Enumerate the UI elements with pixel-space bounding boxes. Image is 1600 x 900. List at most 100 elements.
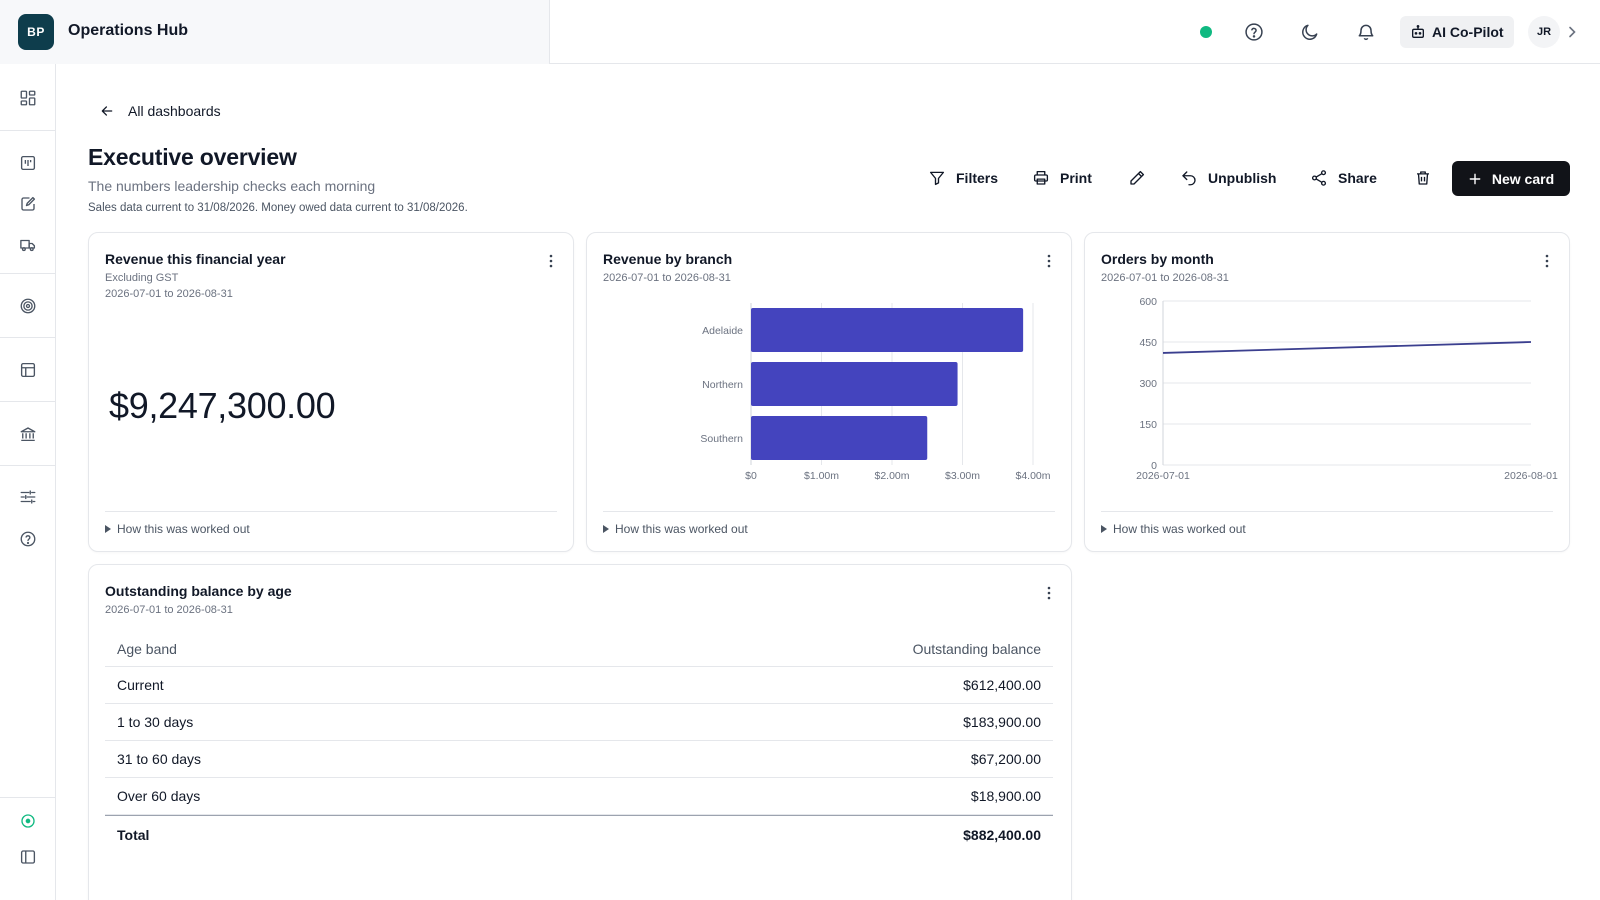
filters-button[interactable]: Filters	[928, 166, 998, 190]
top-bar: BP Operations Hub AI Co-Pilot JR	[0, 0, 1600, 64]
outstanding-balance-card: Outstanding balance by age 2026-07-01 to…	[88, 564, 1072, 900]
worked-out-toggle[interactable]: How this was worked out	[603, 511, 1055, 536]
series-line	[1162, 341, 1532, 354]
y-tick-label: Northern	[702, 379, 743, 391]
brand-area: BP Operations Hub	[0, 0, 550, 64]
more-vertical-icon[interactable]	[543, 251, 559, 271]
app-logo[interactable]: BP	[18, 14, 54, 50]
worked-out-label: How this was worked out	[117, 522, 250, 536]
y-tick-label: 450	[1139, 337, 1157, 349]
board-icon[interactable]	[16, 151, 40, 175]
worked-out-toggle[interactable]: How this was worked out	[105, 511, 557, 536]
revenue-fy-card: Revenue this financial year Excluding GS…	[88, 232, 574, 552]
age-band-cell: 31 to 60 days	[117, 751, 202, 767]
app-title: Operations Hub	[68, 22, 189, 39]
status-indicator	[1200, 26, 1212, 38]
worked-out-label: How this was worked out	[1113, 522, 1246, 536]
balance-table: Age band Outstanding balance Current $61…	[105, 631, 1053, 853]
user-avatar[interactable]: JR	[1528, 16, 1560, 48]
x-tick-label: $2.00m	[874, 470, 909, 482]
share-label: Share	[1338, 170, 1377, 186]
balance-cell: $67,200.00	[970, 751, 1041, 767]
table-icon[interactable]	[16, 358, 40, 382]
target-icon[interactable]	[16, 294, 40, 318]
print-button[interactable]: Print	[1032, 166, 1092, 190]
delete-button[interactable]	[1414, 166, 1432, 190]
y-tick-label: Southern	[700, 433, 743, 445]
card-title: Outstanding balance by age	[105, 583, 292, 599]
status-circle-icon[interactable]	[16, 809, 40, 833]
x-tick-label: 2026-07-01	[1136, 470, 1190, 482]
y-tick-label: 300	[1139, 378, 1157, 390]
chevron-right-icon[interactable]	[1564, 22, 1580, 42]
trash-icon	[1414, 169, 1432, 187]
plus-icon	[1468, 172, 1482, 186]
column-header: Outstanding balance	[912, 640, 1041, 657]
x-tick-label: 2026-08-01	[1504, 470, 1558, 482]
y-tick-label: Adelaide	[702, 325, 743, 337]
orders-month-chart: 01503004506002026-07-01 2026-08-01	[1136, 296, 1558, 482]
truck-icon[interactable]	[16, 233, 40, 257]
new-card-button[interactable]: New card	[1452, 161, 1570, 196]
x-tick-label: $0	[745, 470, 757, 482]
revenue-branch-chart: $0 $1.00m $2.00m $3.00m $4.00m Adelaide Northe…	[700, 303, 1051, 482]
card-title: Revenue this financial year	[105, 251, 286, 267]
y-tick-label: 600	[1139, 296, 1157, 308]
y-tick-label: 150	[1139, 419, 1157, 431]
sliders-icon[interactable]	[16, 485, 40, 509]
panel-toggle-icon[interactable]	[16, 845, 40, 869]
table-row: 1 to 30 days $183,900.00	[105, 704, 1053, 741]
edit-button[interactable]	[1128, 166, 1146, 190]
card-date-range: 2026-07-01 to 2026-08-31	[105, 288, 233, 300]
worked-out-label: How this was worked out	[615, 522, 748, 536]
arrow-left-icon	[100, 104, 114, 118]
age-band-cell: Current	[117, 677, 164, 693]
page-subtitle: The numbers leadership checks each morni…	[88, 178, 376, 194]
back-to-dashboards-link[interactable]: All dashboards	[100, 103, 221, 119]
back-link-label: All dashboards	[128, 103, 221, 119]
ai-copilot-label: AI Co-Pilot	[1432, 24, 1504, 40]
table-row: Current $612,400.00	[105, 667, 1053, 704]
orders-month-card: Orders by month 2026-07-01 to 2026-08-31…	[1084, 232, 1570, 552]
total-value: $882,400.00	[963, 826, 1041, 843]
age-band-cell: Over 60 days	[117, 788, 201, 804]
balance-cell: $18,900.00	[970, 788, 1041, 804]
bar	[751, 362, 958, 406]
edit-document-icon[interactable]	[16, 192, 40, 216]
share-button[interactable]: Share	[1310, 166, 1377, 190]
undo-icon	[1180, 169, 1198, 187]
bar	[751, 308, 1024, 352]
share-icon	[1310, 169, 1328, 187]
worked-out-toggle[interactable]: How this was worked out	[1101, 511, 1553, 536]
revenue-branch-card: Revenue by branch 2026-07-01 to 2026-08-…	[586, 232, 1072, 552]
pencil-icon	[1128, 169, 1146, 187]
x-tick-label: $4.00m	[1015, 470, 1050, 482]
help-icon[interactable]	[1240, 18, 1268, 46]
printer-icon	[1032, 169, 1050, 187]
caret-right-icon	[105, 525, 111, 533]
total-label: Total	[117, 826, 150, 843]
data-currency-note: Sales data current to 31/08/2026. Money …	[88, 202, 468, 214]
ai-copilot-button[interactable]: AI Co-Pilot	[1400, 16, 1514, 48]
help-circle-icon[interactable]	[16, 527, 40, 551]
table-row: Over 60 days $18,900.00	[105, 778, 1053, 815]
more-vertical-icon[interactable]	[1041, 583, 1057, 603]
unpublish-button[interactable]: Unpublish	[1180, 166, 1276, 190]
dashboard-grid-icon[interactable]	[16, 86, 40, 110]
sidebar	[0, 64, 56, 900]
card-date-range: 2026-07-01 to 2026-08-31	[105, 604, 233, 616]
revenue-value: $9,247,300.00	[109, 385, 336, 426]
balance-cell: $612,400.00	[963, 677, 1041, 693]
caret-right-icon	[1101, 525, 1107, 533]
table-total-row: Total $882,400.00	[105, 815, 1053, 853]
unpublish-label: Unpublish	[1208, 170, 1277, 186]
bank-icon[interactable]	[16, 422, 40, 446]
filter-icon	[928, 169, 946, 187]
bell-icon[interactable]	[1352, 18, 1380, 46]
balance-cell: $183,900.00	[963, 714, 1041, 730]
caret-right-icon	[603, 525, 609, 533]
column-header: Age band	[117, 640, 177, 657]
page-title: Executive overview	[88, 144, 297, 170]
dark-mode-icon[interactable]	[1296, 18, 1324, 46]
age-band-cell: 1 to 30 days	[117, 714, 194, 730]
